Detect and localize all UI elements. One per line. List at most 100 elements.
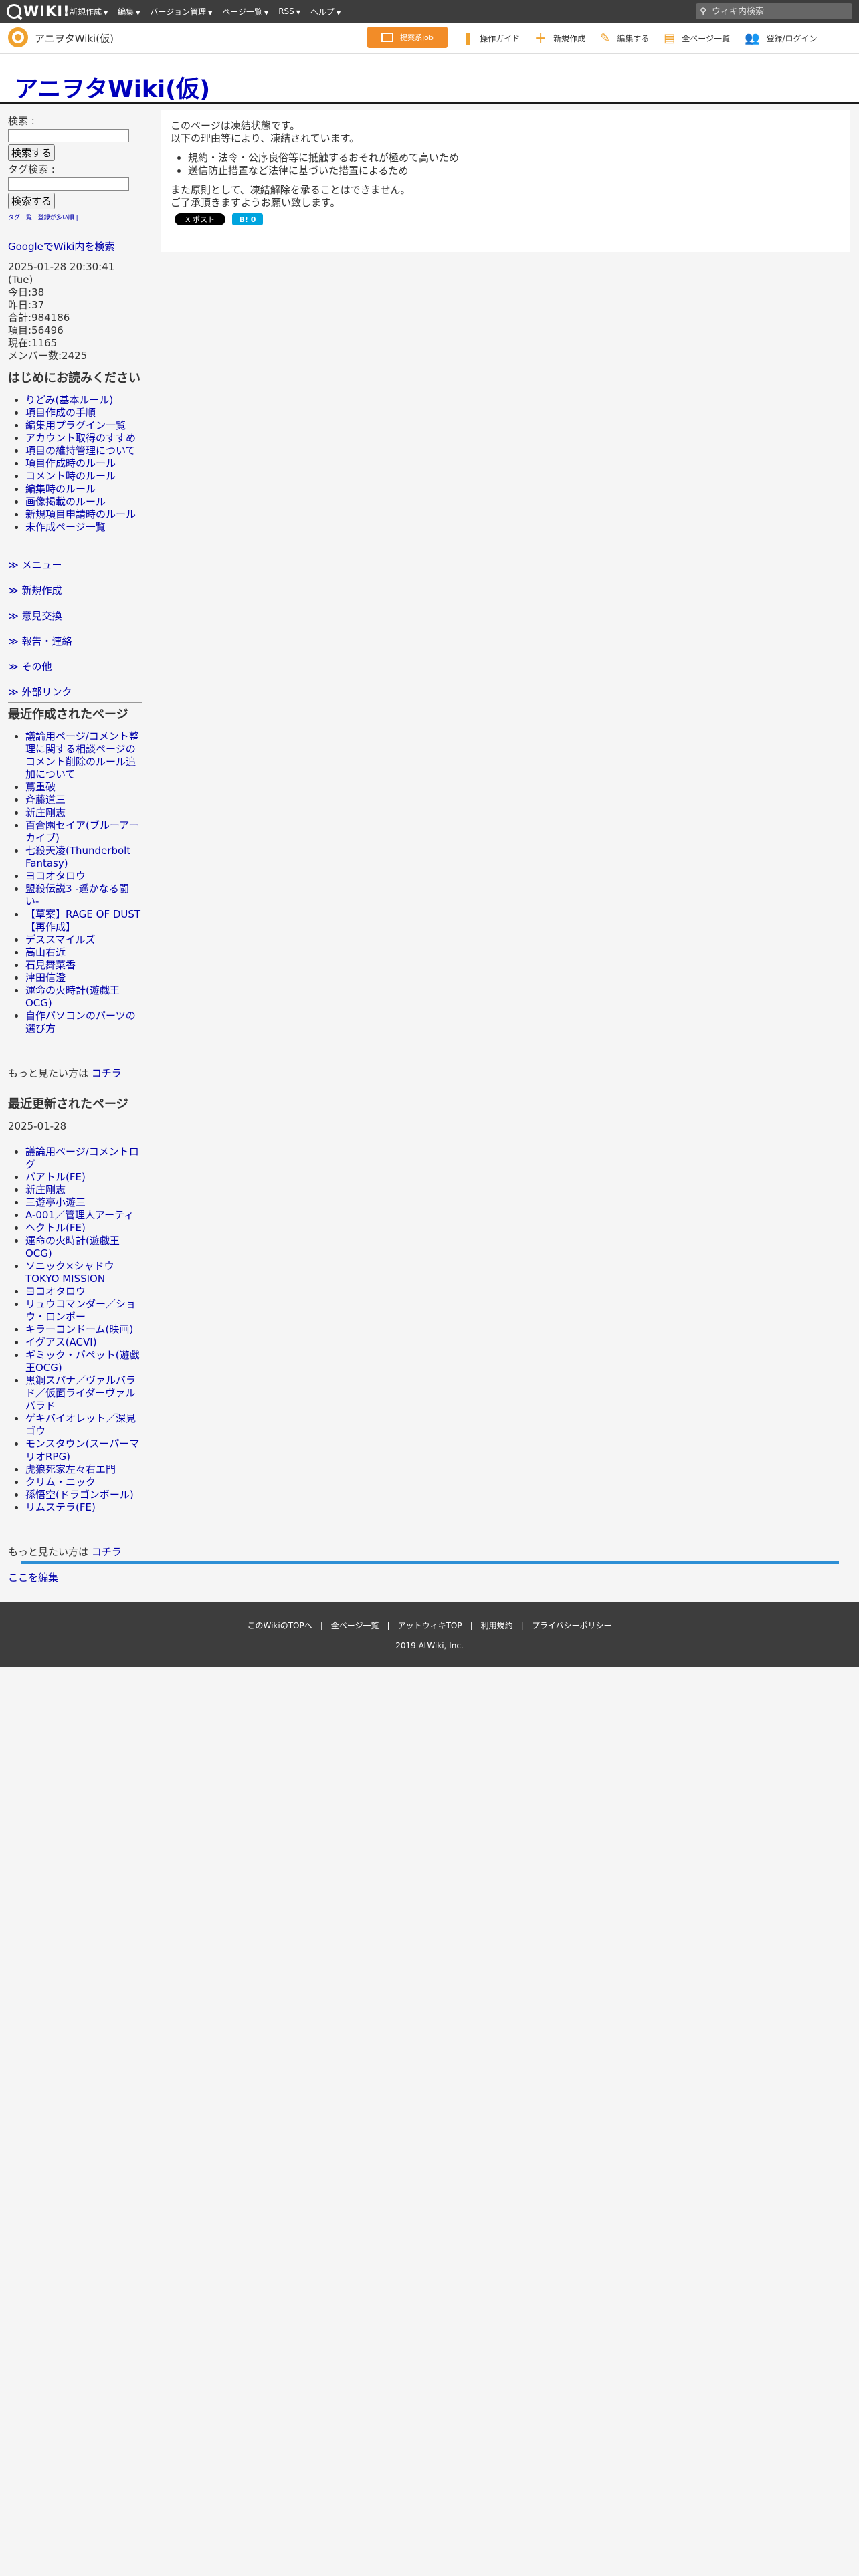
list-item: ヨコオタロウ — [25, 870, 142, 883]
stats-total: 合計:984186 — [8, 312, 70, 324]
list-item: リムステラ(FE) — [25, 1501, 142, 1514]
list-item: ヘクトル(FE) — [25, 1222, 142, 1235]
list-item: 運命の火時計(遊戯王OCG) — [25, 984, 142, 1010]
users-icon: 👥 — [745, 31, 760, 45]
tag-links[interactable]: タグ一覧 | 登録が多い順 | — [8, 212, 142, 225]
notice-line: このページは凍結状態です。 — [171, 120, 300, 132]
wiki-search-box: ⚲ — [696, 3, 852, 19]
list-item: 未作成ページ一覧 — [25, 521, 142, 534]
updated-date: 2025-01-28 — [8, 1120, 67, 1132]
new-page-button[interactable]: ＋新規作成 — [535, 29, 585, 47]
menu-toggle-new[interactable]: ≫ 新規作成 — [8, 584, 142, 597]
hatena-bookmark-button[interactable]: B! 0 — [232, 213, 263, 225]
list-item: 編集用プラグイン一覧 — [25, 419, 142, 432]
notice-line: 以下の理由等により、凍結されています。 — [171, 132, 360, 144]
reason-list: 規約・法令・公序良俗等に抵触するおそれが極めて高いため 送信防止措置など法律に基… — [171, 152, 459, 177]
footer-link-privacy[interactable]: プライバシーポリシー — [524, 1621, 620, 1630]
login-button[interactable]: 👥 登録/ログイン — [745, 31, 817, 45]
pr-banner-button[interactable]: 提案系job — [367, 27, 448, 48]
all-pages-button[interactable]: ▤ 全ページ一覧 — [664, 31, 730, 45]
list-item: クリム・ニック — [25, 1476, 142, 1489]
footer-link-top[interactable]: このWikiのTOPへ — [240, 1621, 320, 1630]
document-icon: ▤ — [664, 31, 676, 45]
menu-toggle-other[interactable]: ≫ その他 — [8, 661, 142, 673]
list-item: 項目作成時のルール — [25, 457, 142, 470]
list-item: モンスタウン(スーパーマリオRPG) — [25, 1438, 142, 1463]
divider — [8, 702, 142, 703]
x-post-button[interactable]: X ポスト — [175, 213, 225, 225]
menu-page-list[interactable]: ページ一覧 ▼ — [222, 6, 268, 17]
list-item: 盟殺伝説3 -遥かなる闘い- — [25, 883, 142, 908]
main-content: このページは凍結状態です。 以下の理由等により、凍結されています。 規約・法令・… — [161, 110, 850, 252]
list-item: 斉藤道三 — [25, 794, 142, 807]
list-item: 新庄剛志 — [25, 807, 142, 819]
site-name[interactable]: アニヲタWiki(仮) — [35, 31, 114, 45]
sidebar-search-input[interactable] — [8, 129, 129, 142]
list-item: 新規項目申請時のルール — [25, 508, 142, 521]
copyright: 2019 AtWiki, Inc. — [395, 1641, 464, 1650]
list-item: ギミック・パペット(遊戯王OCG) — [25, 1349, 142, 1374]
page-title[interactable]: アニヲタWiki(仮) — [15, 70, 210, 104]
menu-toggle-report[interactable]: ≫ 報告・連絡 — [8, 635, 142, 648]
search-label: 検索 : — [8, 115, 35, 127]
stats-date: 2025-01-28 20:30:41 (Tue) — [8, 261, 115, 286]
stats-today: 今日:38 — [8, 286, 45, 298]
list-item: 虎狼死家左々右エ門 — [25, 1463, 142, 1476]
search-icon[interactable]: ⚲ — [696, 7, 710, 17]
list-item: キラーコンドーム(映画) — [25, 1323, 142, 1336]
list-item: 自作パソコンのパーツの選び方 — [25, 1010, 142, 1035]
page-header: アニヲタWiki(仮) — [0, 54, 859, 104]
menu-new[interactable]: 新規作成 ▼ — [70, 6, 108, 17]
footer-link-terms[interactable]: 利用規約 — [473, 1621, 521, 1630]
stats-items: 項目:56496 — [8, 324, 64, 336]
list-item: リュウコマンダー／ショウ・ロンポー — [25, 1298, 142, 1323]
list-item: 画像掲載のルール — [25, 496, 142, 508]
list-item: 送信防止措置など法律に基づいた措置によるため — [188, 165, 459, 177]
menu-toggle-external[interactable]: ≫ 外部リンク — [8, 686, 142, 699]
edit-here-link[interactable]: ここを編集 — [8, 1572, 58, 1584]
footer-link-atwiki-top[interactable]: アットウィキTOP — [390, 1621, 470, 1630]
list-item: コメント時のルール — [25, 470, 142, 483]
menu-help[interactable]: ヘルプ ▼ — [310, 6, 341, 17]
list-item: 項目の維持管理について — [25, 445, 142, 457]
notice-line: また原則として、凍結解除を承ることはできません。 — [171, 184, 411, 196]
tag-search-label: タグ検索 : — [8, 163, 55, 175]
menu-rss[interactable]: RSS ▼ — [278, 7, 300, 16]
more-updated-link[interactable]: コチラ — [92, 1546, 122, 1558]
caret-down-icon: ▼ — [296, 9, 300, 15]
more-created-link[interactable]: コチラ — [92, 1067, 122, 1079]
sidebar-search-button[interactable]: 検索する — [8, 144, 56, 161]
footer-link-all-pages[interactable]: 全ページ一覧 — [323, 1621, 387, 1630]
list-item: 編集時のルール — [25, 483, 142, 496]
tag-search-input[interactable] — [8, 177, 129, 191]
list-item: アカウント取得のすすめ — [25, 432, 142, 445]
plus-icon: ＋ — [535, 32, 547, 46]
site-toolbar: アニヲタWiki(仮) 提案系job ❚ 操作ガイド ＋新規作成 ✎ 編集する ▤ 全… — [0, 23, 859, 54]
google-search-link[interactable]: GoogleでWiki内を検索 — [8, 241, 142, 253]
list-item: りどみ(基本ルール) — [25, 394, 142, 407]
sidebar: 検索 : 検索する タグ検索 : 検索する タグ一覧 | 登録が多い順 | Go… — [8, 115, 142, 1584]
menu-version[interactable]: バージョン管理 ▼ — [150, 6, 212, 17]
guide-button[interactable]: ❚ 操作ガイド — [463, 31, 520, 45]
list-item: イグアス(ACVI) — [25, 1336, 142, 1349]
tag-search-button[interactable]: 検索する — [8, 193, 56, 209]
list-item: 【草案】RAGE OF DUST【再作成】 — [25, 908, 142, 934]
caret-down-icon: ▼ — [104, 9, 108, 16]
site-icon[interactable] — [8, 27, 28, 47]
caret-down-icon: ▼ — [208, 9, 213, 16]
book-icon: ❚ — [463, 31, 474, 45]
menu-toggle-menu[interactable]: ≫ メニュー — [8, 559, 142, 572]
notice-line: ご了承頂きますようお願い致します。 — [171, 197, 341, 209]
logo-text: WIKI — [23, 3, 64, 19]
list-item: 孫悟空(ドラゴンボール) — [25, 1489, 142, 1501]
menu-edit[interactable]: 編集 ▼ — [118, 6, 140, 17]
list-item: 蔦重破 — [25, 781, 142, 794]
recent-created-list: 議論用ページ/コメント整理に関する相談ページのコメント削除のルール追加について … — [8, 730, 142, 1035]
atwiki-logo[interactable]: WIKI! — [7, 3, 70, 20]
list-item: バアトル(FE) — [25, 1171, 142, 1184]
list-item: ゲキバイオレット／深見ゴウ — [25, 1412, 142, 1438]
mail-icon — [381, 33, 394, 42]
menu-toggle-opinion[interactable]: ≫ 意見交換 — [8, 610, 142, 623]
wiki-search-input[interactable] — [710, 5, 847, 17]
edit-button[interactable]: ✎ 編集する — [600, 31, 649, 45]
